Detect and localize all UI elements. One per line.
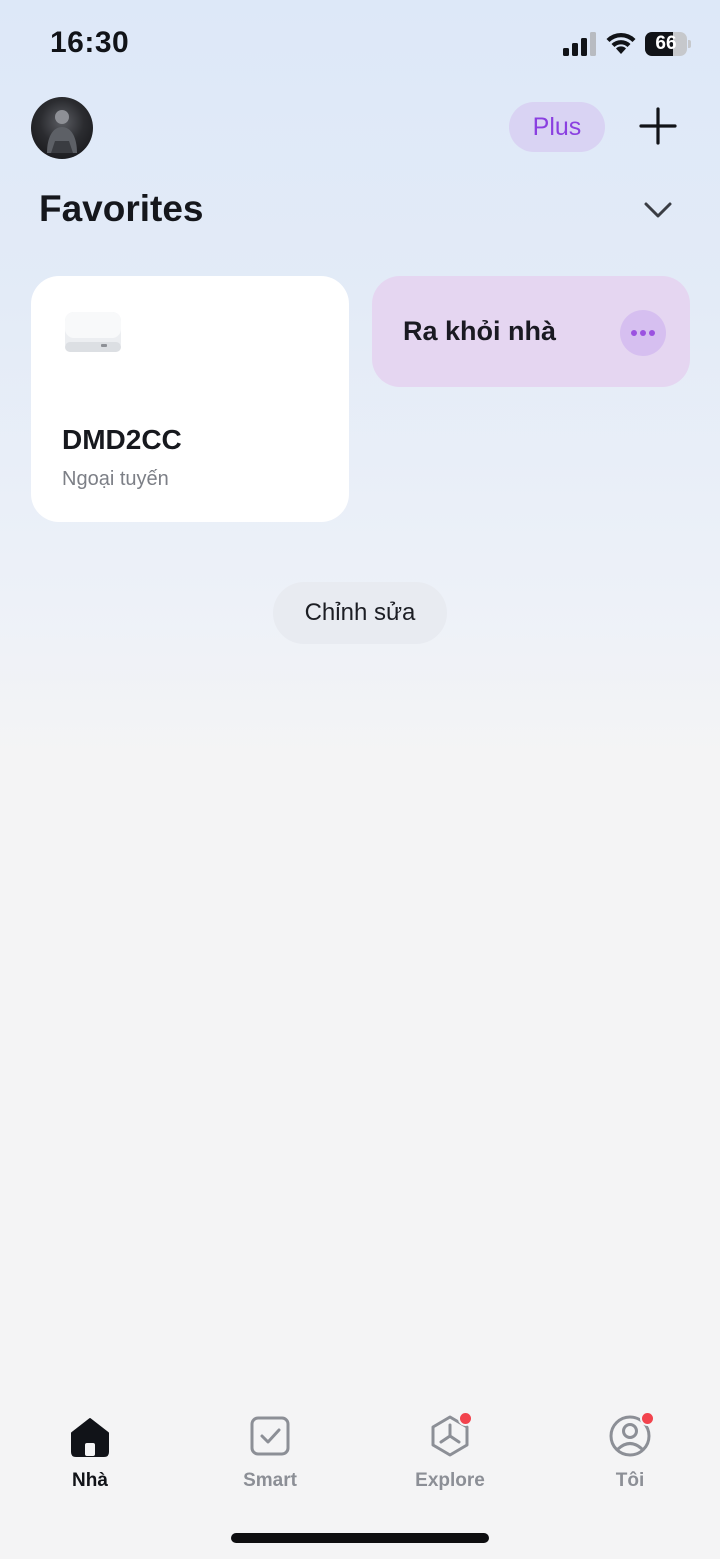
dot	[649, 330, 655, 336]
scene-name: Ra khỏi nhà	[403, 316, 557, 346]
chevron-down-icon[interactable]	[641, 196, 675, 224]
home-indicator	[231, 1533, 489, 1543]
battery-level: 66	[655, 33, 677, 54]
device-card[interactable]: DMD2CC Ngoại tuyến	[31, 276, 349, 522]
cellular-signal-icon	[563, 32, 596, 56]
tab-label: Explore	[415, 1470, 485, 1491]
tab-smart[interactable]: Smart	[210, 1408, 330, 1498]
avatar-image	[47, 110, 77, 153]
dot	[631, 330, 637, 336]
device-status: Ngoại tuyến	[62, 468, 169, 490]
status-time: 16:30	[50, 26, 130, 59]
status-bar: 16:30 66	[0, 0, 720, 90]
checkbox-icon	[250, 1416, 290, 1456]
tab-profile[interactable]: Tôi	[570, 1408, 690, 1498]
edit-button[interactable]: Chỉnh sửa	[273, 582, 447, 644]
favorites-title: Favorites	[39, 188, 204, 229]
scene-card[interactable]: Ra khỏi nhà	[372, 276, 690, 387]
tab-label: Tôi	[615, 1470, 645, 1491]
plus-button[interactable]: Plus	[509, 102, 605, 152]
dot	[640, 330, 646, 336]
home-icon	[71, 1418, 109, 1457]
notification-badge	[640, 1411, 655, 1426]
gateway-device-icon	[65, 312, 121, 352]
battery-cap	[688, 40, 691, 48]
avatar[interactable]	[31, 97, 93, 159]
battery-icon: 66	[645, 32, 691, 56]
add-icon[interactable]	[638, 106, 678, 146]
tab-home[interactable]: Nhà	[30, 1408, 150, 1498]
tab-label: Nhà	[72, 1470, 108, 1491]
tab-explore[interactable]: Explore	[390, 1408, 510, 1498]
device-name: DMD2CC	[62, 424, 182, 455]
wifi-icon	[606, 32, 636, 54]
tab-label: Smart	[243, 1470, 297, 1491]
notification-badge	[458, 1411, 473, 1426]
more-options-icon[interactable]	[620, 310, 666, 356]
